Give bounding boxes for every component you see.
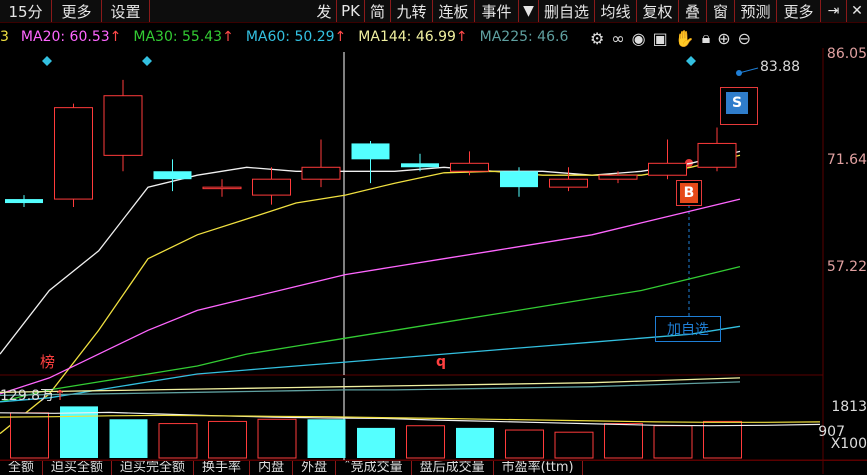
volume-tick-top: 1813 [831, 399, 867, 415]
tab-auction-volume[interactable]: ˆ竞成交量 [336, 461, 412, 475]
candle-body[interactable] [252, 178, 291, 196]
add-watchlist-button[interactable]: 加自选 [655, 316, 721, 342]
volume-bar [109, 419, 148, 458]
candle-body[interactable] [697, 142, 737, 168]
price-tick-low: 57.22 [826, 259, 867, 275]
volume-bar [653, 425, 693, 459]
ma-line-yellow [0, 154, 741, 435]
ranking-marker[interactable]: 榜 [40, 351, 55, 372]
candle-body[interactable] [648, 162, 687, 176]
volume-bar [257, 418, 297, 459]
volume-bar [158, 423, 198, 459]
tab-inner-volume[interactable]: 内盘 [250, 461, 294, 475]
volume-title-arrow: ↑ [54, 388, 66, 404]
tab-outer-volume[interactable]: 外盘 [293, 461, 337, 475]
tab-chase-complete-amount[interactable]: 迫买完全额 [112, 461, 195, 475]
price-axis: 86.05 71.64 57.22 [821, 30, 867, 375]
candle-body[interactable] [450, 162, 489, 172]
volume-title: 129.8万↑ [0, 385, 66, 405]
candle-body[interactable] [549, 178, 588, 188]
volume-bar [357, 427, 395, 458]
sell-signal-badge[interactable]: S [726, 92, 748, 114]
candle-body[interactable] [500, 171, 538, 188]
volume-bar [505, 429, 544, 459]
volume-bar [208, 420, 247, 459]
high-marker-line [738, 67, 759, 74]
candle-body[interactable] [153, 171, 192, 180]
volume-bar [604, 423, 643, 459]
tab-amount[interactable]: 全额 [0, 461, 44, 475]
volume-bar [60, 406, 98, 458]
price-tick-mid: 71.64 [826, 152, 867, 168]
volume-bar [307, 419, 346, 458]
q-marker: q [436, 354, 447, 370]
candle-body[interactable] [202, 186, 242, 190]
ma-line-ma225 [0, 381, 741, 397]
high-price-label: 83.88 [760, 59, 801, 75]
price-tick-top: 86.05 [826, 46, 867, 62]
tab-after-hours-volume[interactable]: 盘后成交量 [412, 461, 494, 475]
volume-bar [703, 420, 742, 459]
candle-body[interactable] [301, 166, 341, 180]
volume-title-text: 129.8万 [0, 388, 55, 404]
tab-turnover[interactable]: 换手率 [194, 461, 251, 475]
bottom-indicator-tabs: 全额 迫买全额 迫买完全额 换手率 内盘 外盘 ˆ竞成交量 盘后成交量 市盈率(… [0, 460, 867, 475]
volume-unit: X100 [830, 436, 867, 452]
candle-body[interactable] [5, 199, 43, 204]
volume-bar [10, 412, 49, 459]
volume-bar [456, 427, 494, 458]
diamond-marker-1 [42, 56, 52, 66]
candlestick-chart[interactable] [0, 0, 867, 474]
tab-pe-ttm[interactable]: 市盈率(ttm) [494, 461, 583, 475]
diamond-marker-2 [142, 56, 152, 66]
volume-bar [406, 425, 445, 459]
diamond-marker-3 [686, 56, 696, 66]
candle-body[interactable] [401, 163, 439, 168]
candle-body[interactable] [351, 143, 390, 160]
ma-line-ma20 [0, 198, 741, 395]
tab-chase-amount[interactable]: 迫买全额 [43, 461, 113, 475]
candle-body[interactable] [54, 107, 93, 200]
volume-bar [554, 431, 594, 459]
candle-body[interactable] [598, 174, 638, 180]
candle-body[interactable] [103, 95, 143, 156]
buy-signal-badge[interactable]: B [680, 183, 698, 203]
